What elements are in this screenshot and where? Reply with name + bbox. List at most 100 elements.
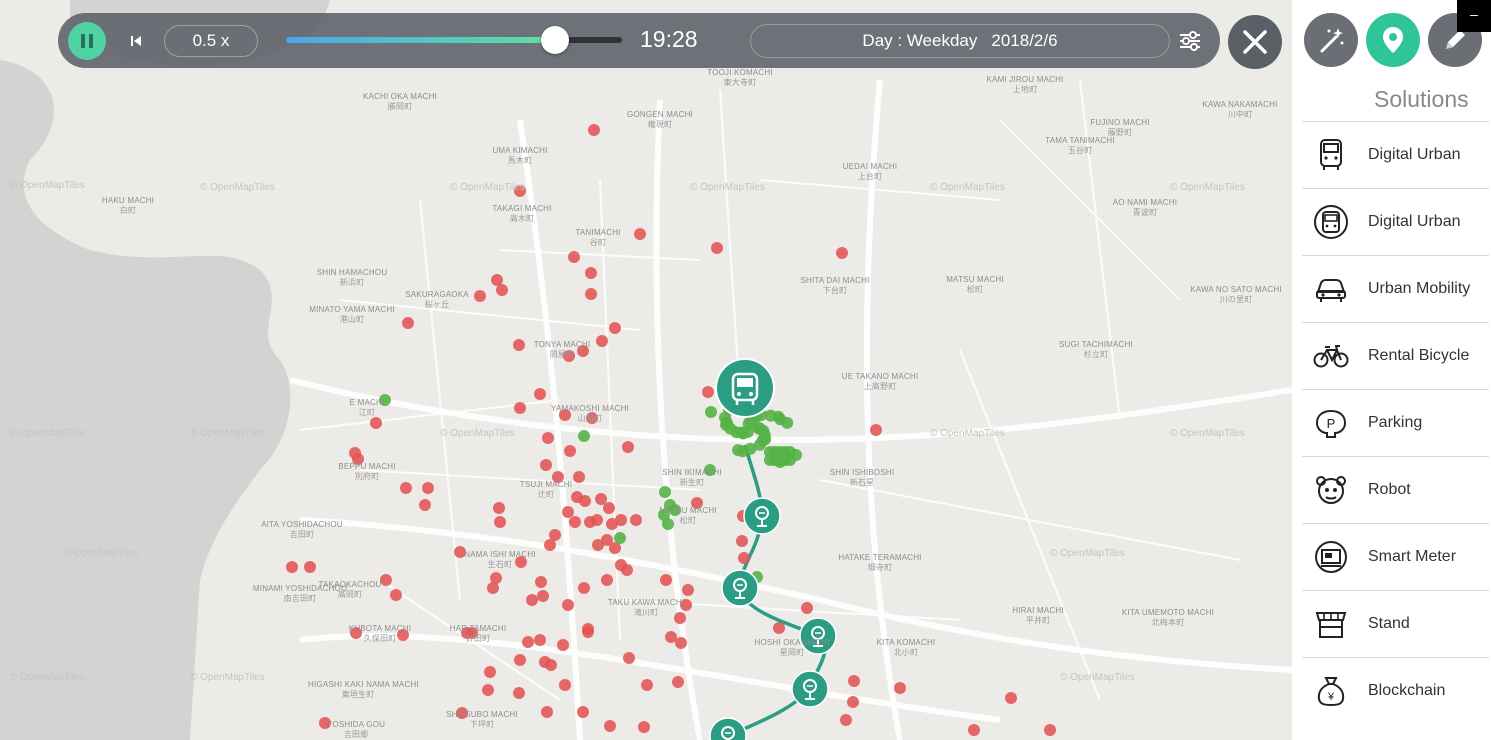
minimize-button[interactable]: –: [1457, 0, 1491, 32]
demand-point: [545, 659, 557, 671]
pause-button[interactable]: [68, 22, 106, 60]
supply-point: [774, 413, 787, 426]
district-name: HOSHI OKA MACHI: [754, 638, 830, 647]
demand-point: [370, 417, 382, 429]
magic-tool-button[interactable]: [1304, 13, 1358, 67]
demand-point: [542, 432, 554, 444]
district-name-jp: 吉田郷: [343, 730, 369, 739]
time-slider-thumb[interactable]: [540, 26, 569, 54]
demand-point: [557, 639, 569, 651]
demand-point: [592, 539, 604, 551]
district-label: MINATO YAMA MACHI 港山町: [302, 305, 402, 325]
bus-marker[interactable]: [715, 358, 775, 418]
demand-point: [402, 317, 414, 329]
district-name: NAMA ISHI MACHI: [464, 550, 536, 559]
map-attribution: © OpenMapTiles: [690, 182, 765, 193]
location-tool-button[interactable]: [1366, 13, 1420, 67]
demand-point: [578, 582, 590, 594]
demand-point: [526, 594, 538, 606]
district-name: SHIN HAMACHOU: [316, 268, 388, 277]
demand-point: [672, 676, 684, 688]
close-button[interactable]: [1228, 15, 1282, 69]
demand-point: [585, 288, 597, 300]
district-name: BEPPU MACHI: [338, 462, 396, 471]
solution-item[interactable]: Urban Mobility: [1302, 255, 1489, 322]
demand-point: [400, 482, 412, 494]
day-selector[interactable]: Day : Weekday 2018/2/6: [750, 24, 1170, 58]
district-name-jp: 上台町: [857, 172, 883, 181]
district-name-jp: 杉立町: [1083, 350, 1109, 359]
map-attribution: © OpenMapTiles: [1170, 428, 1245, 439]
map-attribution: © OpenMapTiles: [440, 428, 515, 439]
map-attribution: © OpenMapTiles: [10, 428, 85, 439]
district-name-jp: 松町: [966, 285, 984, 294]
district-name: UEDAI MACHI: [842, 162, 898, 171]
district-name: UMA KIMACHI: [492, 146, 548, 155]
demand-point: [487, 582, 499, 594]
district-label: HAKU MACHI 白町: [78, 196, 178, 216]
speed-selector[interactable]: 0.5 x: [164, 25, 258, 57]
district-label: SAKURAGAOKA 桜ヶ丘: [387, 290, 487, 310]
filter-settings-button[interactable]: [1176, 27, 1204, 55]
district-name: AO NAMI MACHI: [1112, 198, 1178, 207]
bus-stop[interactable]: [743, 497, 781, 535]
solution-item[interactable]: Digital Urban: [1302, 188, 1489, 255]
demand-point: [482, 684, 494, 696]
solution-label: Digital Urban: [1368, 213, 1461, 230]
solution-item[interactable]: Digital Urban: [1302, 121, 1489, 188]
map-attribution: © OpenMapTiles: [930, 428, 1005, 439]
district-name: SHIN IKIMACHI: [662, 468, 722, 477]
district-label: TAKU KAWA MACHI 滝川町: [596, 598, 696, 618]
day-type-label: Day : Weekday: [862, 31, 978, 50]
district-name-jp: 星岡町: [779, 648, 805, 657]
supply-point: [784, 454, 796, 466]
solution-item[interactable]: ¥ Blockchain: [1302, 657, 1489, 724]
solution-item[interactable]: Stand: [1302, 590, 1489, 657]
solution-item[interactable]: Rental Bicycle: [1302, 322, 1489, 389]
bicycle-icon: [1308, 333, 1354, 379]
solution-item[interactable]: P Parking: [1302, 389, 1489, 456]
district-name: KAWA NO SATO MACHI: [1190, 285, 1282, 294]
district-name-jp: 問屋町: [549, 350, 575, 359]
bus-stop[interactable]: [721, 569, 759, 607]
svg-text:¥: ¥: [1327, 691, 1335, 703]
district-name: GONGEN MACHI: [627, 110, 693, 119]
district-label: NAMA ISHI MACHI 生石町: [450, 550, 550, 570]
district-name-jp: 北梅本町: [1151, 618, 1185, 627]
district-label: TOOJI KOMACHI 東大寺町: [690, 68, 790, 88]
time-slider[interactable]: [286, 26, 622, 54]
city-map[interactable]: KACHI OKA MACHI 勝岡町 GONGEN MACHI 権現町 TOOJI K…: [0, 0, 1292, 740]
demand-point: [601, 574, 613, 586]
district-name: HIGASHI KAKI NAMA MACHI: [308, 680, 419, 689]
playback-control-bar: 0.5 x 19:28 Day : Weekday 2018/2/6: [58, 13, 1220, 68]
district-name-jp: 山越町: [577, 414, 603, 423]
district-label: UMA KIMACHI 馬木町: [470, 146, 570, 166]
skip-back-button[interactable]: [124, 29, 148, 53]
district-label: TAMA TANIMACHI 玉谷町: [1030, 136, 1130, 156]
district-label: HOSHI OKA MACHI 星岡町: [742, 638, 842, 658]
solution-label: Rental Bicycle: [1368, 347, 1470, 364]
district-name-jp: 青波町: [1132, 208, 1158, 217]
close-icon: [1243, 30, 1267, 54]
demand-point: [534, 634, 546, 646]
demand-point: [559, 679, 571, 691]
district-name-jp: 桜ヶ丘: [424, 300, 450, 309]
time-slider-fill: [286, 37, 555, 43]
district-label: HIRAI MACHI 平井町: [988, 606, 1088, 626]
district-label: SUGI TACHIMACHI 杉立町: [1046, 340, 1146, 360]
district-label: FUJINO MACHI 藤野町: [1070, 118, 1170, 138]
map-attribution: © OpenMapTiles: [1060, 672, 1135, 683]
solution-item[interactable]: Robot: [1302, 456, 1489, 523]
bus-stop[interactable]: [791, 670, 829, 708]
solution-item[interactable]: Smart Meter: [1302, 523, 1489, 590]
demand-point: [562, 506, 574, 518]
car-icon: [1308, 266, 1354, 312]
demand-point: [562, 599, 574, 611]
parking-icon: P: [1308, 400, 1354, 446]
bus-stop[interactable]: [709, 717, 747, 740]
district-label: AITA YOSHIDACHOU 吉田町: [252, 520, 352, 540]
district-label: HATAKE TERAMACHI 畑寺町: [830, 553, 930, 573]
district-name-jp: 下坪町: [469, 720, 495, 729]
demand-point: [641, 679, 653, 691]
district-name-jp: 辻町: [537, 490, 555, 499]
